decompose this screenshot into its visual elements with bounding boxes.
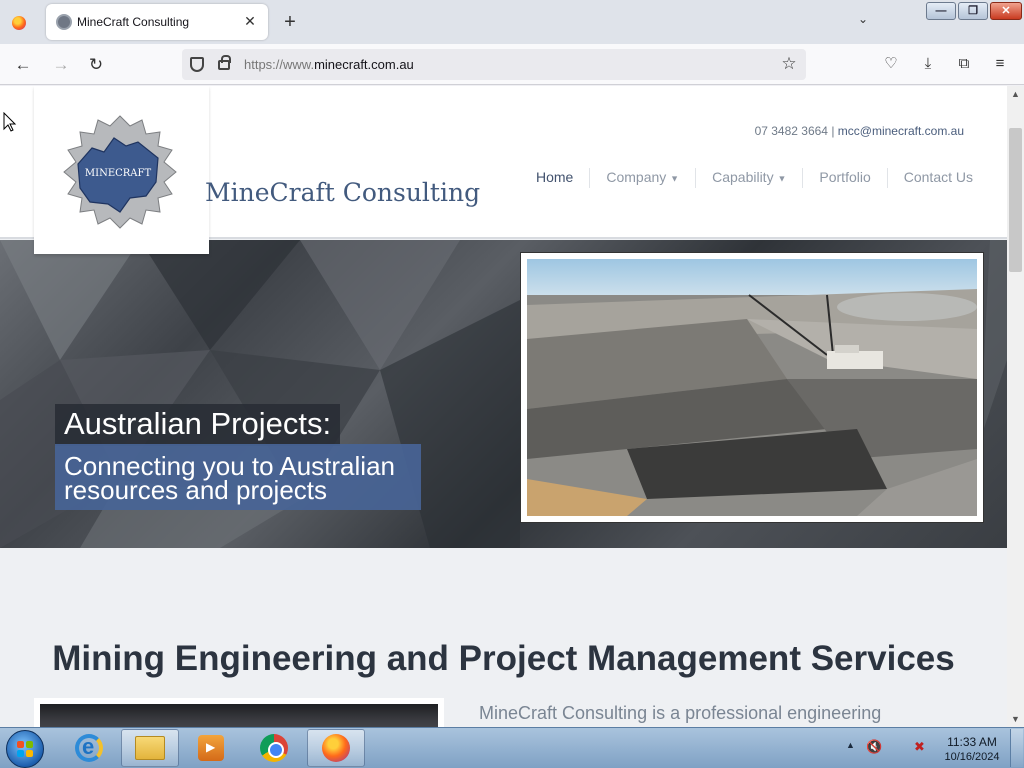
nav-item-capability[interactable]: Capability ▼	[695, 168, 802, 188]
brand-name[interactable]: MineCraft Consulting	[205, 178, 480, 207]
contact-line: 07 3482 3664 | mcc@minecraft.com.au	[755, 124, 964, 138]
list-all-tabs-chevron-down-icon[interactable]: ⌄	[852, 12, 874, 32]
caret-down-icon: ▼	[670, 173, 680, 184]
window-close-button[interactable]: ✕	[990, 2, 1022, 20]
caret-down-icon: ▼	[777, 173, 787, 184]
contact-phone: 07 3482 3664	[754, 124, 828, 138]
contact-email-link[interactable]: mcc@minecraft.com.au	[838, 124, 964, 138]
services-photo-frame	[34, 698, 444, 727]
scrollbar-thumb[interactable]	[1009, 128, 1022, 272]
services-intro-text: MineCraft Consulting is a professional e…	[479, 703, 882, 723]
extensions-icon[interactable]: ⧉	[952, 52, 976, 76]
pocket-icon[interactable]: ♡	[879, 52, 903, 76]
nav-item-label: Company	[606, 169, 667, 185]
restore-icon: ❐	[968, 5, 978, 17]
network-disconnected-icon[interactable]: ✖	[914, 739, 932, 755]
reload-icon[interactable]: ↻	[83, 52, 109, 78]
main-navigation: Home Company ▼ Capability ▼ Portfolio Co…	[520, 168, 989, 188]
nav-item-label: Capability	[712, 169, 774, 185]
lock-icon[interactable]	[218, 55, 231, 70]
internet-explorer-icon	[75, 734, 103, 762]
show-desktop-button[interactable]	[1010, 729, 1023, 767]
start-button[interactable]	[6, 730, 44, 768]
clock-time[interactable]: 11:33 AM	[940, 735, 1004, 749]
nav-item-company[interactable]: Company ▼	[589, 168, 695, 188]
taskbar-internet-explorer[interactable]	[60, 729, 118, 767]
windows-logo-icon	[17, 741, 33, 757]
taskbar-chrome[interactable]	[245, 729, 303, 767]
volume-muted-icon[interactable]: 🔇	[866, 739, 884, 755]
back-arrow-icon[interactable]: ←	[10, 52, 36, 78]
taskbar-media-player[interactable]	[182, 729, 240, 767]
url-text[interactable]: https://www.minecraft.com.au	[244, 57, 414, 72]
open-cut-mine-photo	[520, 252, 984, 523]
show-hidden-icons-arrow-icon[interactable]: ▲	[846, 740, 855, 750]
site-favicon-icon	[56, 14, 72, 30]
nav-item-label: Portfolio	[819, 169, 871, 185]
chrome-icon	[260, 734, 288, 762]
new-tab-button[interactable]: +	[278, 10, 302, 34]
tab-close-icon[interactable]: ✕	[240, 11, 260, 31]
scroll-down-arrow-icon[interactable]: ▼	[1007, 711, 1024, 727]
mine-pit-image	[527, 259, 977, 516]
url-host: minecraft.com.au	[314, 57, 414, 72]
bookmark-star-icon[interactable]: ☆	[778, 53, 800, 75]
taskbar-firefox[interactable]	[307, 729, 365, 767]
taskbar-windows-explorer[interactable]	[121, 729, 179, 767]
forward-arrow-icon[interactable]: →	[48, 52, 74, 78]
web-page: MINECRAFT MineCraft Consulting 07 3482 3…	[0, 86, 1007, 727]
window-restore-button[interactable]: ❐	[958, 2, 988, 20]
url-scheme: https://www.	[244, 57, 315, 72]
hero-subtitle: Connecting you to Australian resources a…	[55, 444, 421, 510]
mouse-cursor-icon	[3, 112, 17, 132]
nav-item-label: Contact Us	[903, 169, 973, 185]
close-icon: ✕	[1001, 5, 1011, 17]
services-heading: Mining Engineering and Project Managemen…	[52, 639, 955, 678]
nav-item-portfolio[interactable]: Portfolio	[802, 168, 886, 188]
page-scrollbar[interactable]: ▲ ▼	[1007, 86, 1024, 727]
minimize-icon: —	[935, 5, 947, 17]
firefox-icon	[322, 734, 350, 762]
tab-title: MineCraft Consulting	[77, 15, 190, 29]
address-bar[interactable]: https://www.minecraft.com.au ☆	[182, 49, 806, 80]
window-minimize-button[interactable]: —	[926, 2, 956, 20]
hero-banner: Australian Projects: Connecting you to A…	[0, 240, 1007, 548]
tracking-protection-shield-icon[interactable]	[190, 57, 204, 72]
browser-tab-active[interactable]: MineCraft Consulting ✕	[46, 4, 268, 40]
folder-icon	[135, 736, 165, 760]
system-tray: ▲ 🔇 ✖ 11:33 AM 10/16/2024	[842, 730, 1018, 766]
services-photo	[40, 704, 438, 727]
hamburger-menu-icon[interactable]: ≡	[988, 52, 1012, 76]
nav-item-label: Home	[536, 169, 574, 185]
firefox-icon	[12, 16, 26, 30]
browser-navigation-bar: ← → ↻ https://www.minecraft.com.au ☆ ♡ ⤓…	[0, 44, 1024, 85]
downloads-icon[interactable]: ⤓	[916, 52, 940, 76]
site-header: MINECRAFT MineCraft Consulting 07 3482 3…	[0, 86, 1007, 254]
clock-date[interactable]: 10/16/2024	[940, 751, 1004, 763]
scroll-up-arrow-icon[interactable]: ▲	[1007, 86, 1024, 102]
windows-taskbar: ▲ 🔇 ✖ 11:33 AM 10/16/2024	[0, 727, 1024, 768]
svg-text:MINECRAFT: MINECRAFT	[85, 168, 152, 179]
browser-tab-bar: MineCraft Consulting ✕ + ⌄ — ❐ ✕	[0, 0, 1024, 44]
hero-title: Australian Projects:	[55, 404, 341, 446]
media-player-icon	[198, 735, 224, 761]
nav-item-home[interactable]: Home	[520, 168, 589, 188]
site-logo[interactable]: MINECRAFT	[34, 86, 209, 254]
firefox-view-button[interactable]	[6, 10, 32, 36]
saw-blade-logo-icon: MINECRAFT	[63, 115, 177, 229]
nav-item-contact-us[interactable]: Contact Us	[886, 168, 989, 188]
contact-separator: |	[827, 124, 838, 138]
